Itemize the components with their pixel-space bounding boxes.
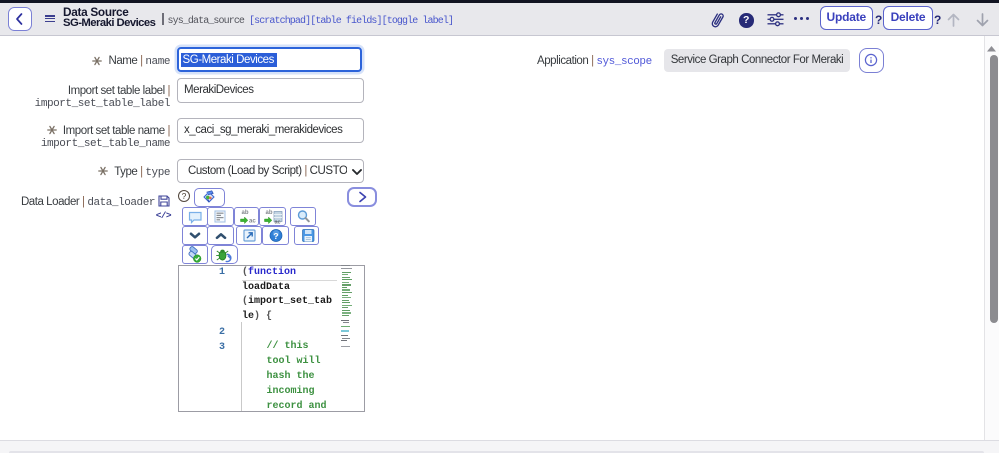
svg-text:?: ? xyxy=(182,191,187,201)
svg-text:ac: ac xyxy=(249,219,256,225)
svg-text:?: ? xyxy=(273,231,278,241)
svg-text:ab: ab xyxy=(266,210,273,216)
svg-text:ac: ac xyxy=(275,220,281,226)
svg-text:ab: ab xyxy=(241,210,248,216)
